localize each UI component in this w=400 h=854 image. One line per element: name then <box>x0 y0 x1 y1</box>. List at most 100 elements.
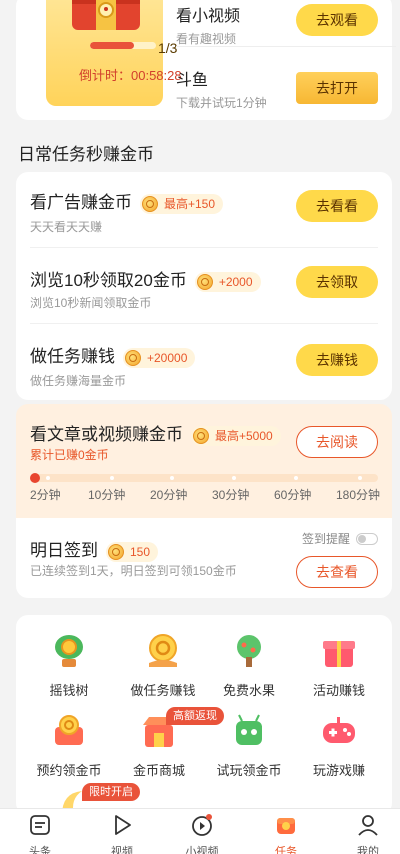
grid-label: 预约领金币 <box>36 763 102 778</box>
grid-item-reserve-coins[interactable]: 预约领金币 <box>22 713 116 779</box>
task-row-browse: 浏览10秒领取20金币 +2000 浏览10秒新闻领取金币 去领取 <box>16 248 392 324</box>
coin-reward-badge: 最高+150 <box>140 193 224 214</box>
coin-reward-badge: +20000 <box>123 347 196 368</box>
article-task-card: 看文章或视频赚金币 最高+5000 累计已赚0金币 去阅读 2分钟 10分钟 20… <box>16 404 392 518</box>
timeline-dot <box>170 476 174 480</box>
timeline-label: 30分钟 <box>212 488 250 502</box>
tab-headlines[interactable]: 头条 <box>10 813 70 854</box>
signin-card: 明日签到 150 已连续签到1天，明日签到可领150金币 签到提醒 去查看 <box>16 518 392 598</box>
timeline-label: 60分钟 <box>274 488 312 502</box>
coin-icon <box>142 195 158 212</box>
fruit-tree-icon <box>237 635 261 667</box>
task-title: 做任务赚钱 <box>30 347 115 366</box>
task-title: 看广告赚金币 <box>30 193 132 212</box>
coin-chest-icon <box>55 715 83 745</box>
tab-profile[interactable]: 我的 <box>338 813 398 854</box>
read-button[interactable]: 去阅读 <box>296 426 378 458</box>
reminder-label: 签到提醒 <box>301 532 350 546</box>
watch-button[interactable]: 去观看 <box>296 4 378 36</box>
treasure-countdown: 倒计时：00:58:28 <box>79 68 182 83</box>
timeline-label: 180分钟 <box>336 488 381 502</box>
signin-subtitle: 已连续签到1天，明日签到可领150金币 <box>30 564 237 578</box>
coin-icon <box>193 427 209 444</box>
money-tree-icon <box>55 635 83 667</box>
timeline-label: 2分钟 <box>30 488 61 502</box>
signin-reminder[interactable]: 签到提醒 <box>302 530 378 547</box>
news-icon <box>30 815 50 835</box>
earned-coins-text: 累计已赚0金币 <box>30 448 109 462</box>
grid-item-earn-tasks[interactable]: 做任务赚钱 <box>116 633 210 699</box>
timeline-dot-current <box>30 473 40 483</box>
grid-label: 活动赚钱 <box>312 683 365 698</box>
treasure-chest-card[interactable]: 1/3 倒计时：00:58:28 <box>46 0 182 106</box>
feature-grid: 摇钱树 做任务赚钱 免费水果 活动赚钱 预约领金币 金币商城 高额返现 试玩领金… <box>16 615 392 815</box>
grid-item-money-tree[interactable]: 摇钱树 <box>22 633 116 699</box>
timeline-dot <box>110 476 114 480</box>
task-title-row: 明日签到 150 <box>30 536 159 562</box>
claim-button[interactable]: 去领取 <box>296 266 378 298</box>
watch-ad-button[interactable]: 去看看 <box>296 190 378 222</box>
gamepad-icon <box>323 717 355 743</box>
task-row-ad: 看广告赚金币 最高+150 天天看天天赚 去看看 <box>16 172 392 248</box>
task-title: 看文章或视频赚金币 <box>30 425 183 444</box>
grid-item-free-fruit[interactable]: 免费水果 <box>202 633 296 699</box>
task-title-row: 看广告赚金币 最高+150 <box>30 188 224 214</box>
treasure-chest-icon <box>72 0 140 30</box>
task-title-row: 浏览10秒领取20金币 +2000 <box>30 266 261 292</box>
tab-label: 我的 <box>357 846 379 854</box>
coin-reward-badge: 最高+5000 <box>191 425 281 446</box>
tab-tasks[interactable]: 任务 <box>256 813 316 854</box>
task-title: 明日签到 <box>30 541 98 560</box>
coin-reward-badge: +2000 <box>194 271 261 292</box>
timeline-label: 20分钟 <box>150 488 188 502</box>
grid-label: 玩游戏赚 <box>312 763 365 778</box>
reward-text: 150 <box>130 544 151 559</box>
gift-box-icon <box>323 641 355 667</box>
task-subtitle: 浏览10秒新闻领取金币 <box>30 296 152 310</box>
grid-label: 试玩领金币 <box>216 763 282 778</box>
tab-label: 视频 <box>111 846 133 854</box>
open-button[interactable]: 去打开 <box>296 72 378 104</box>
reminder-toggle[interactable] <box>356 532 378 545</box>
reward-text: +20000 <box>147 350 188 365</box>
section-title: 日常任务秒赚金币 <box>18 145 154 164</box>
task-row-earn: 做任务赚钱 +20000 做任务赚海量金币 去赚钱 <box>16 324 392 400</box>
reward-text: 最高+150 <box>164 197 216 212</box>
coin-reward-badge: 150 <box>106 541 159 562</box>
grid-label: 摇钱树 <box>49 683 89 698</box>
reward-text: 最高+5000 <box>215 429 273 444</box>
timeline-dot <box>358 476 362 480</box>
treasure-progress-fill <box>90 42 134 49</box>
tab-label: 头条 <box>29 846 51 854</box>
coin-icon <box>196 273 213 290</box>
grid-label: 做任务赚钱 <box>130 683 196 698</box>
task-center-page: 1/3 倒计时：00:58:28 看小视频 看有趣视频 去观看 斗鱼 下载并试玩… <box>0 0 400 854</box>
treasure-progress-bar <box>90 42 156 49</box>
tab-label: 小视频 <box>185 846 219 854</box>
reward-text: +2000 <box>218 274 253 289</box>
grid-item-play-games[interactable]: 玩游戏赚 <box>292 713 386 779</box>
reading-timeline <box>30 473 378 483</box>
timeline-label: 10分钟 <box>88 488 126 502</box>
coin-hand-icon <box>149 634 177 667</box>
divider <box>176 46 396 47</box>
timeline-dot <box>294 476 298 480</box>
grid-label: 免费水果 <box>222 683 275 698</box>
daily-task-card: 看广告赚金币 最高+150 天天看天天赚 去看看 浏览10秒领取20金币 +2000… <box>16 172 392 400</box>
profile-icon <box>358 815 378 836</box>
tab-label: 任务 <box>275 846 297 854</box>
timeline-dot <box>232 476 236 480</box>
grid-item-trial-coins[interactable]: 试玩领金币 <box>202 713 296 779</box>
treasure-progress-text: 1/3 <box>158 40 178 56</box>
task-title: 浏览10秒领取20金币 <box>30 271 187 290</box>
bottom-tab-bar: 头条 视频 小视频 任务 我的 <box>0 808 400 854</box>
view-button[interactable]: 去查看 <box>296 556 378 588</box>
coin-icon <box>108 543 124 560</box>
top-task-card: 1/3 倒计时：00:58:28 看小视频 看有趣视频 去观看 斗鱼 下载并试玩… <box>16 0 396 120</box>
earn-button[interactable]: 去赚钱 <box>296 344 378 376</box>
grid-item-activity[interactable]: 活动赚钱 <box>292 633 386 699</box>
tab-short-video[interactable]: 小视频 <box>172 813 232 854</box>
short-video-icon <box>192 814 212 836</box>
tab-video[interactable]: 视频 <box>92 813 152 854</box>
coin-icon <box>125 349 141 366</box>
